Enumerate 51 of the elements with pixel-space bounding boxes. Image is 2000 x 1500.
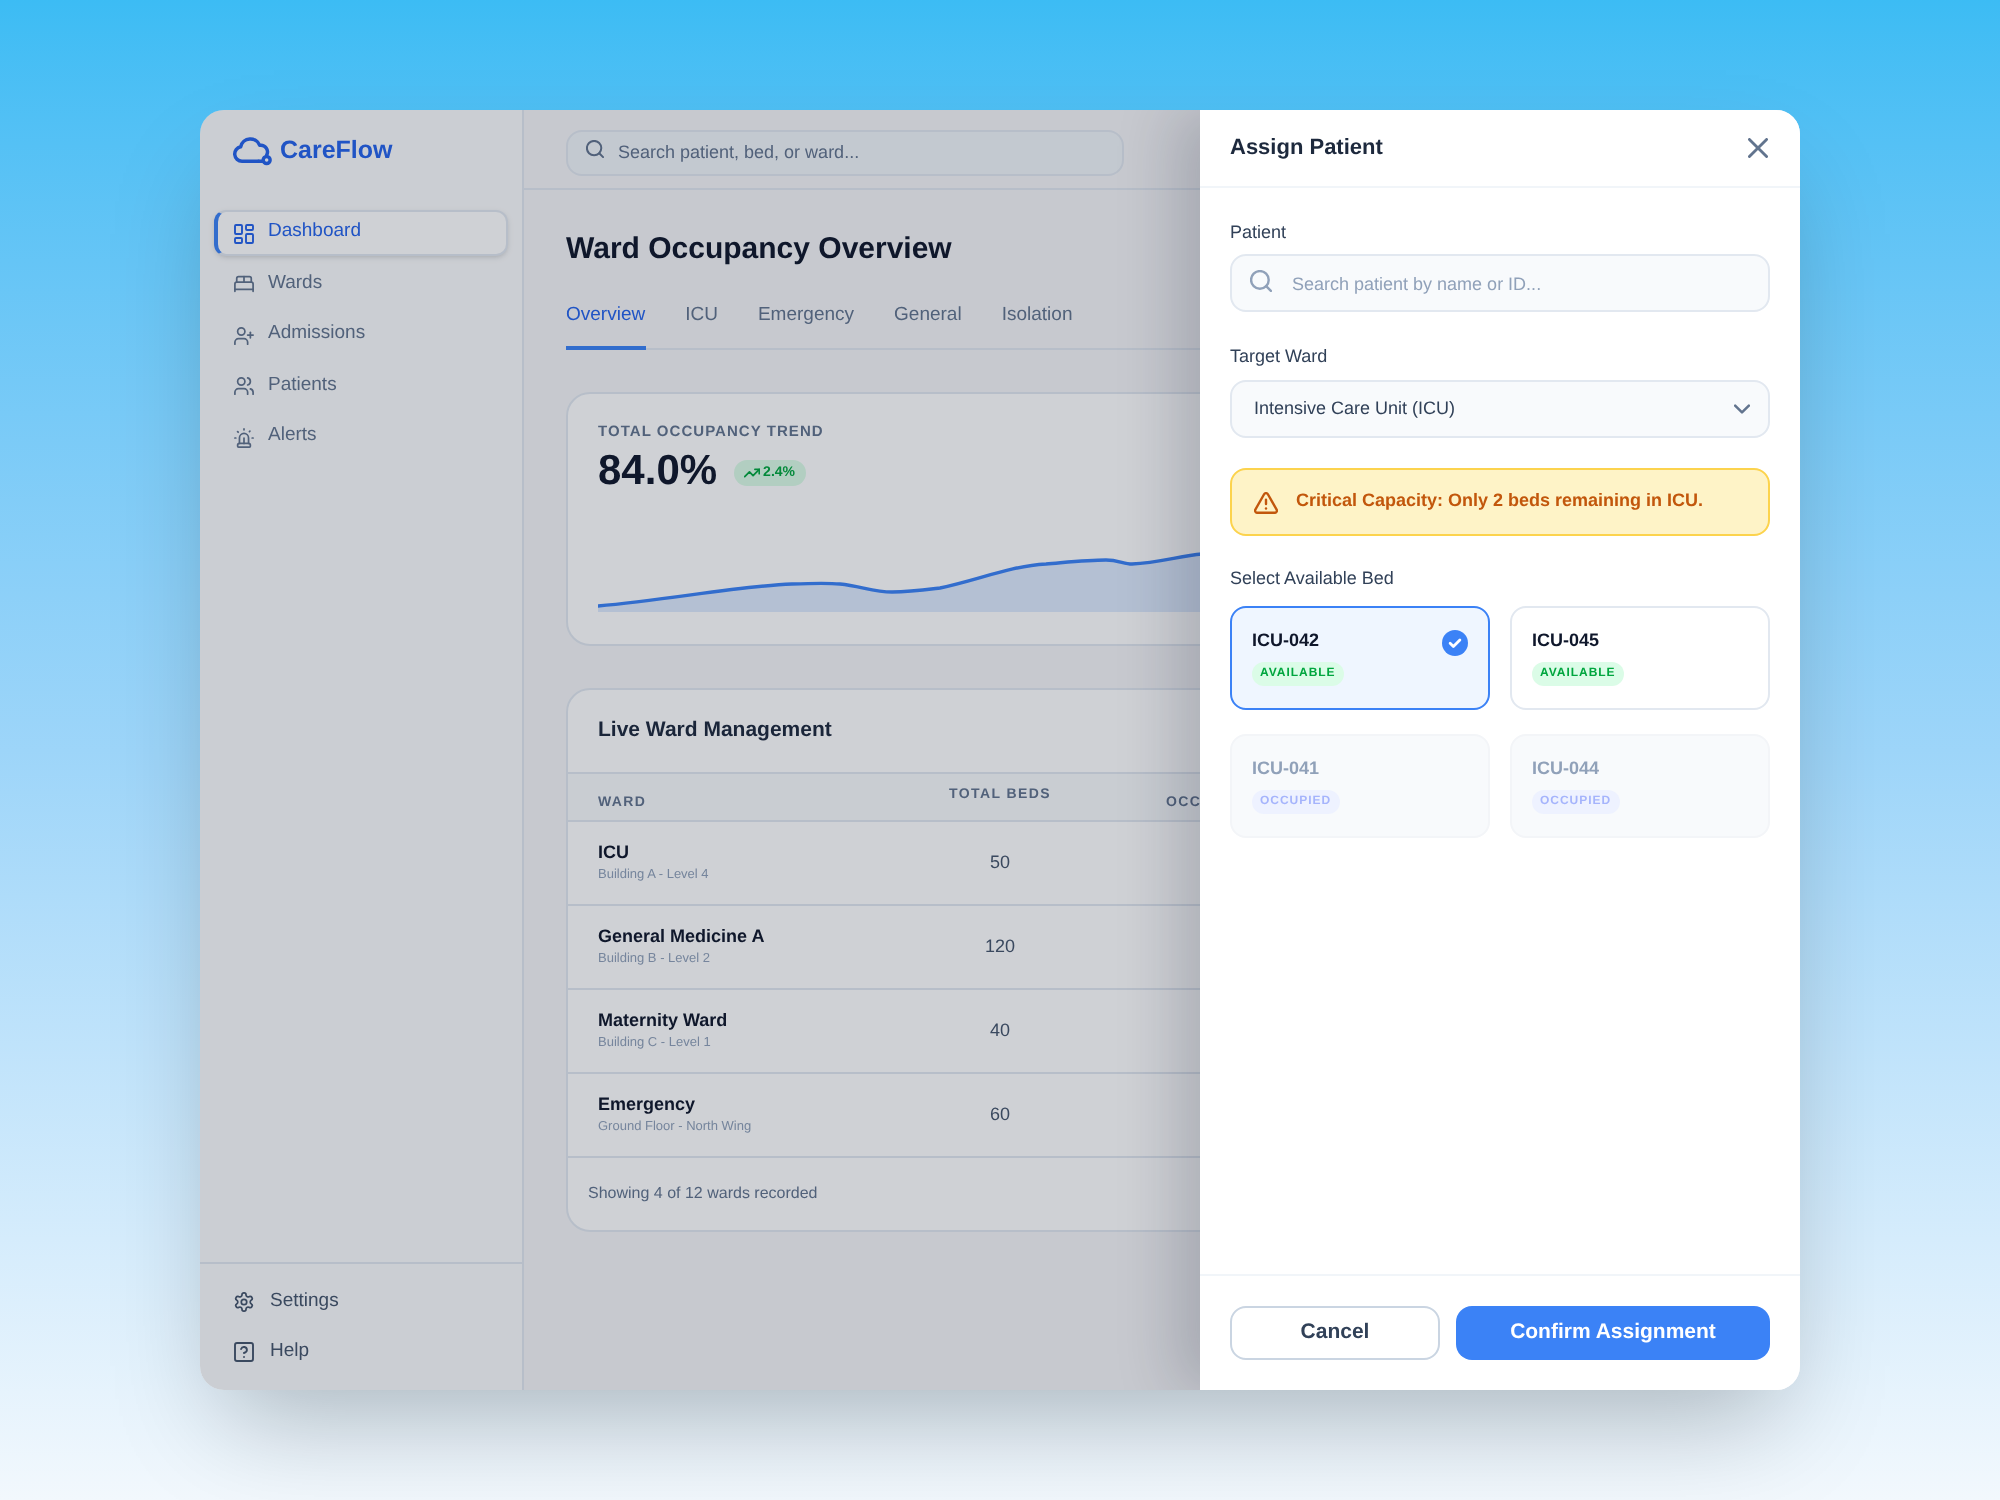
bed-icon xyxy=(234,274,254,294)
nav-item[interactable]: Patients xyxy=(214,363,508,409)
nav-item[interactable]: Dashboard xyxy=(214,210,508,256)
tab[interactable]: Overview xyxy=(566,304,646,350)
ward-name: Maternity Ward xyxy=(598,1010,728,1032)
search-field[interactable]: Search patient by name or ID... xyxy=(1230,254,1770,312)
search-icon xyxy=(586,140,604,158)
table-cell-text: 40 xyxy=(989,1017,1010,1044)
close-button[interactable] xyxy=(1744,135,1770,161)
cancel-button[interactable]: Cancel xyxy=(1230,1306,1440,1360)
confirm-button[interactable]: Confirm Assignment xyxy=(1456,1306,1770,1360)
table-cell-text: 50 xyxy=(989,849,1010,876)
siren-icon xyxy=(234,427,254,447)
nav-item[interactable]: Help xyxy=(214,1330,508,1374)
field-label: Target Ward xyxy=(1230,344,1328,368)
nav-item[interactable]: Wards xyxy=(214,261,508,307)
table-title: Live Ward Management xyxy=(598,715,832,746)
close-icon xyxy=(1747,138,1767,158)
table-cell-text: 120 xyxy=(984,933,1016,960)
check-circle-icon xyxy=(1442,629,1468,655)
cloud-logo-icon xyxy=(230,134,274,166)
trending-up-icon xyxy=(743,467,760,477)
chevron-down-icon xyxy=(1734,404,1750,414)
users-icon xyxy=(234,376,254,396)
tab[interactable]: ICU xyxy=(685,304,718,350)
tab[interactable]: General xyxy=(894,304,962,350)
ward-name: Emergency xyxy=(598,1094,696,1116)
field-label: Patient xyxy=(1230,220,1287,244)
tab[interactable]: Isolation xyxy=(1001,304,1073,350)
brand-name: CareFlow xyxy=(280,134,393,166)
table-footer-text: Showing 4 of 12 wards recorded xyxy=(588,1182,818,1206)
dashboard-icon xyxy=(234,223,254,243)
warning-message: Critical Capacity: Only 2 beds remaining in ICU. xyxy=(1296,488,1704,515)
table-cell-text: 60 xyxy=(989,1101,1010,1128)
page-title: Ward Occupancy Overview xyxy=(566,230,952,270)
warning-icon xyxy=(1254,491,1278,513)
section-label: Select Available Bed xyxy=(1230,566,1394,590)
user-plus-icon xyxy=(234,325,254,345)
tab[interactable]: Emergency xyxy=(757,304,855,350)
help-icon xyxy=(234,1342,254,1362)
nav-item[interactable]: Admissions xyxy=(214,312,508,358)
nav-item[interactable]: Alerts xyxy=(214,414,508,460)
nav-item[interactable]: Settings xyxy=(214,1280,508,1324)
ward-name: ICU xyxy=(598,842,629,864)
settings-icon xyxy=(234,1292,254,1312)
ward-select[interactable]: Intensive Care Unit (ICU) xyxy=(1230,380,1770,438)
panel-title: Assign Patient xyxy=(1230,133,1383,164)
search-field[interactable]: Search patient, bed, or ward... xyxy=(566,129,1124,175)
occupancy-value: 84.0% xyxy=(598,448,718,496)
ward-name: General Medicine A xyxy=(598,926,765,948)
search-icon xyxy=(1250,270,1272,292)
